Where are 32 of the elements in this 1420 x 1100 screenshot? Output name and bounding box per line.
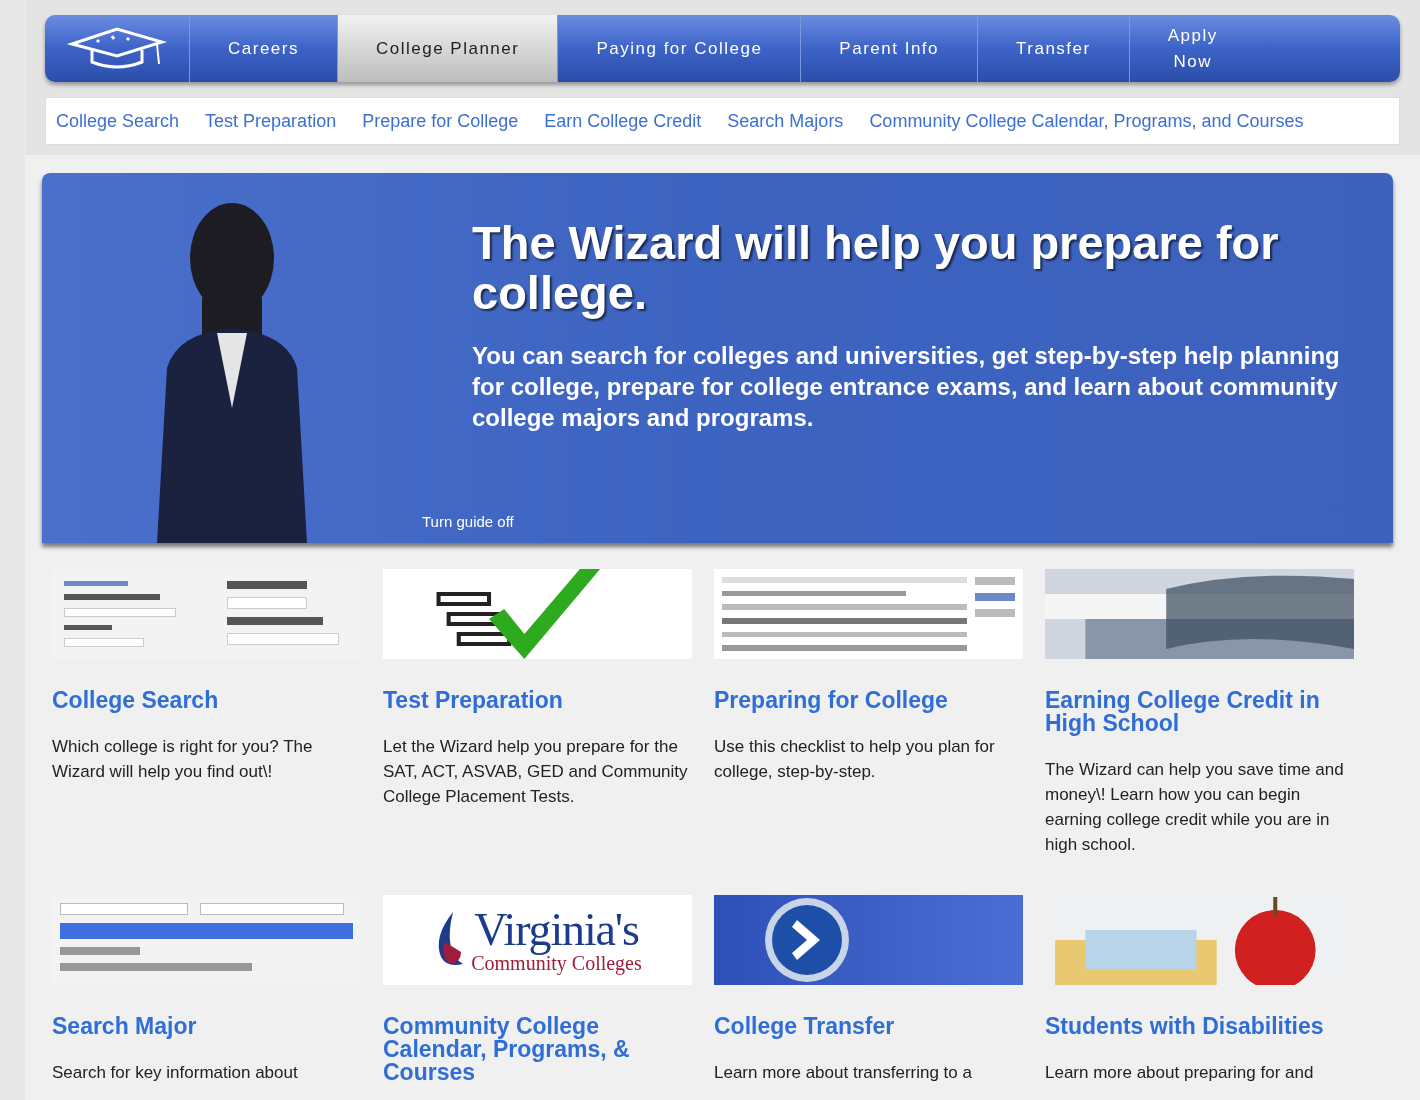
card-title[interactable]: Earning College Credit in High School [1045,689,1354,735]
subnav-link[interactable]: Test Preparation [205,107,337,135]
hero-description: You can search for colleges and universities, get step-by-step help planning for college, prepare for college entrance exams, and learn about community college majors and programs. [472,341,1341,433]
card-title[interactable]: College Search [52,689,361,712]
nav-tab[interactable]: Careers [190,15,338,82]
card-description: Let the Wizard help you prepare for the SAT, ACT, ASVAB, GED and Community College Placement Tests. [383,736,689,808]
turn-guide-off-link[interactable]: Turn guide off [422,510,514,533]
hero-title: The Wizard will help you prepare for college. [472,218,1280,318]
subnav-link[interactable]: Search Majors [727,107,844,135]
subnav-link[interactable]: College Search [56,107,180,135]
card-title[interactable]: Community College Calendar, Programs, & Courses [383,1015,692,1084]
card-title[interactable]: Students with Disabilities [1045,1015,1354,1038]
logo-name: Virginia's [474,907,639,953]
subnav-link[interactable]: Community College Calendar, Programs, and Courses [869,107,1304,135]
nav-tab[interactable]: Parent Info [801,15,979,82]
card-title[interactable]: Test Preparation [383,689,692,712]
nav-tab[interactable]: College Planner [337,15,559,82]
card-title[interactable]: Search Major [52,1015,361,1038]
nav-tab[interactable]: Transfer [978,15,1130,82]
card-description: Learn more about transferring to a [714,1062,973,1084]
card-description: The Wizard can help you save time and money\! Learn how you can begin earning college credit while you are in high school. [1045,759,1345,856]
card-title[interactable]: College Transfer [714,1015,1023,1038]
arrow-circle-icon [762,895,852,985]
nav-tab[interactable]: Apply Now [1129,15,1256,82]
subnav-link[interactable]: Prepare for College [362,107,519,135]
card-description: Search for key information about [52,1062,299,1084]
card-title[interactable]: Preparing for College [714,689,1023,712]
card-description: Learn more about preparing for and [1045,1062,1315,1084]
card-description: Use this checklist to help you plan for college, step-by-step. [714,736,996,783]
card-description: Which college is right for you? The Wizard will help you find out\! [52,736,314,783]
nav-tab[interactable]: Paying for College [558,15,802,82]
subnav-link[interactable]: Earn College Credit [544,107,702,135]
